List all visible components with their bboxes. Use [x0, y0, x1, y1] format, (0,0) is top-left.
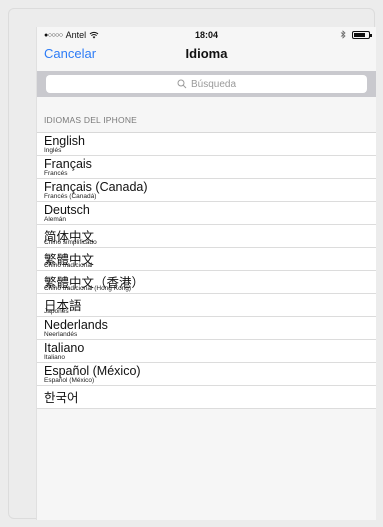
section-header: IDIOMAS DEL IPHONE [44, 115, 138, 125]
language-row[interactable]: English Inglés [37, 133, 376, 156]
navigation-bar: Cancelar Idioma [37, 43, 376, 69]
language-row[interactable]: 繁體中文 Chino tradicional [37, 248, 376, 271]
language-name: Nederlands [44, 318, 108, 332]
language-row[interactable]: Español (México) Español (México) [37, 363, 376, 386]
language-row[interactable]: Français (Canada) Francés (Canadá) [37, 179, 376, 202]
search-input[interactable]: Búsqueda [46, 75, 367, 93]
search-icon [177, 79, 187, 89]
device-frame: ●○○○○ Antel 18:04 Cancelar Idioma Búsque… [8, 8, 376, 520]
language-row[interactable]: 한국어 [37, 386, 376, 409]
language-name: Italiano [44, 341, 85, 355]
language-translation: Neerlandés [44, 331, 78, 338]
language-row[interactable]: Nederlands Neerlandés [37, 317, 376, 340]
language-name: English [44, 134, 85, 148]
language-name: Français [44, 157, 92, 171]
language-row[interactable]: 简体中文 Chino simplificado [37, 225, 376, 248]
search-bar: Búsqueda [37, 71, 376, 97]
search-placeholder: Búsqueda [190, 78, 237, 90]
language-translation: Español (México) [44, 377, 95, 384]
language-list: English Inglés Français Francés Français (Ca… [37, 132, 376, 409]
language-row[interactable]: 繁體中文（香港） Chino tradicional (Hong Kong) [37, 271, 376, 294]
language-name: 한국어 [44, 391, 79, 405]
language-row[interactable]: 日本語 Japonés [37, 294, 376, 317]
page-title: Idioma [185, 46, 228, 61]
language-translation: Japonés [44, 308, 69, 315]
language-translation: Francés (Canadá) [44, 193, 97, 200]
bluetooth-icon [340, 30, 346, 39]
language-name: Français (Canada) [44, 180, 148, 194]
language-translation: Italiano [44, 354, 65, 361]
status-bar: ●○○○○ Antel 18:04 [37, 27, 376, 43]
language-translation: Chino simplificado [44, 239, 97, 246]
language-translation: Inglés [44, 147, 62, 154]
battery-icon [352, 30, 372, 39]
language-translation: Alemán [44, 216, 67, 223]
language-row[interactable]: Français Francés [37, 156, 376, 179]
language-translation: Francés [44, 170, 68, 177]
screen: ●○○○○ Antel 18:04 Cancelar Idioma Búsque… [36, 27, 376, 520]
language-translation: Chino tradicional [44, 262, 93, 269]
status-time: 18:04 [194, 30, 219, 40]
language-name: Español (México) [44, 364, 141, 378]
language-row[interactable]: Deutsch Alemán [37, 202, 376, 225]
language-name: Deutsch [44, 203, 90, 217]
language-translation: Chino tradicional (Hong Kong) [44, 285, 132, 292]
status-right [340, 30, 372, 39]
language-row[interactable]: Italiano Italiano [37, 340, 376, 363]
